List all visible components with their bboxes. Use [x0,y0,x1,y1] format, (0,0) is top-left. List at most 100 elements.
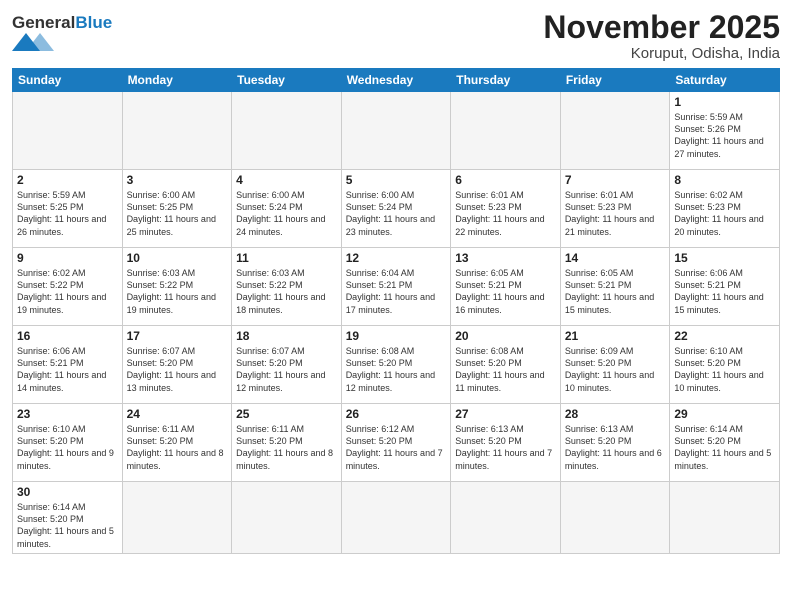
logo-blue: Blue [75,13,112,32]
logo-text: GeneralBlue [12,14,112,33]
day-info: Sunrise: 6:00 AM Sunset: 5:24 PM Dayligh… [236,189,337,238]
table-row: 8Sunrise: 6:02 AM Sunset: 5:23 PM Daylig… [670,170,780,248]
day-info: Sunrise: 6:04 AM Sunset: 5:21 PM Dayligh… [346,267,447,316]
day-number: 19 [346,329,447,343]
table-row: 11 Sunrise: 6:03 AM Sunset: 5:22 PM Dayli… [232,248,342,326]
day-info: Sunrise: 5:59 AM Sunset: 5:26 PM Dayligh… [674,111,775,160]
table-row: 22 Sunrise: 6:10 AM Sunset: 5:20 PM Dayli… [670,326,780,404]
day-info: Sunrise: 6:13 AM Sunset: 5:20 PM Dayligh… [455,423,556,472]
day-number: 14 [565,251,666,265]
table-row: 19 Sunrise: 6:08 AM Sunset: 5:20 PM Dayli… [341,326,451,404]
day-info: Sunrise: 6:14 AM Sunset: 5:20 PM Dayligh… [17,501,118,550]
day-info: Sunrise: 6:07 AM Sunset: 5:20 PM Dayligh… [127,345,228,394]
col-friday: Friday [560,69,670,92]
day-info: Sunrise: 6:06 AM Sunset: 5:21 PM Dayligh… [17,345,118,394]
table-row: 21 Sunrise: 6:09 AM Sunset: 5:20 PM Dayli… [560,326,670,404]
col-sunday: Sunday [13,69,123,92]
day-number: 24 [127,407,228,421]
day-number: 4 [236,173,337,187]
table-row: 5Sunrise: 6:00 AM Sunset: 5:24 PM Daylig… [341,170,451,248]
col-monday: Monday [122,69,232,92]
col-saturday: Saturday [670,69,780,92]
day-info: Sunrise: 6:08 AM Sunset: 5:20 PM Dayligh… [346,345,447,394]
day-info: Sunrise: 6:03 AM Sunset: 5:22 PM Dayligh… [236,267,337,316]
table-row: 9Sunrise: 6:02 AM Sunset: 5:22 PM Daylig… [13,248,123,326]
day-info: Sunrise: 6:10 AM Sunset: 5:20 PM Dayligh… [674,345,775,394]
day-info: Sunrise: 6:10 AM Sunset: 5:20 PM Dayligh… [17,423,118,472]
day-info: Sunrise: 6:01 AM Sunset: 5:23 PM Dayligh… [455,189,556,238]
day-info: Sunrise: 6:07 AM Sunset: 5:20 PM Dayligh… [236,345,337,394]
table-row [560,92,670,170]
table-row [232,92,342,170]
col-tuesday: Tuesday [232,69,342,92]
location: Koruput, Odisha, India [543,45,780,62]
header: GeneralBlue November 2025 Koruput, Odish… [12,10,780,62]
day-info: Sunrise: 6:01 AM Sunset: 5:23 PM Dayligh… [565,189,666,238]
day-number: 15 [674,251,775,265]
table-row: 25Sunrise: 6:11 AM Sunset: 5:20 PM Dayli… [232,404,342,482]
day-info: Sunrise: 6:11 AM Sunset: 5:20 PM Dayligh… [236,423,337,472]
table-row [122,92,232,170]
day-info: Sunrise: 6:05 AM Sunset: 5:21 PM Dayligh… [565,267,666,316]
day-info: Sunrise: 6:08 AM Sunset: 5:20 PM Dayligh… [455,345,556,394]
day-number: 11 [236,251,337,265]
table-row [341,92,451,170]
table-row: 16 Sunrise: 6:06 AM Sunset: 5:21 PM Dayli… [13,326,123,404]
day-number: 22 [674,329,775,343]
page-container: GeneralBlue November 2025 Koruput, Odish… [0,0,792,562]
day-number: 7 [565,173,666,187]
day-number: 10 [127,251,228,265]
day-number: 6 [455,173,556,187]
table-row [451,92,561,170]
table-row [341,482,451,554]
day-info: Sunrise: 6:03 AM Sunset: 5:22 PM Dayligh… [127,267,228,316]
day-number: 26 [346,407,447,421]
table-row: 30Sunrise: 6:14 AM Sunset: 5:20 PM Dayli… [13,482,123,554]
month-title: November 2025 [543,10,780,45]
table-row [122,482,232,554]
table-row: 10 Sunrise: 6:03 AM Sunset: 5:22 PM Dayli… [122,248,232,326]
col-wednesday: Wednesday [341,69,451,92]
title-block: November 2025 Koruput, Odisha, India [543,10,780,62]
table-row: 24Sunrise: 6:11 AM Sunset: 5:20 PM Dayli… [122,404,232,482]
day-number: 28 [565,407,666,421]
day-info: Sunrise: 6:02 AM Sunset: 5:23 PM Dayligh… [674,189,775,238]
table-row: 27 Sunrise: 6:13 AM Sunset: 5:20 PM Dayli… [451,404,561,482]
table-row: 3Sunrise: 6:00 AM Sunset: 5:25 PM Daylig… [122,170,232,248]
table-row [13,92,123,170]
day-info: Sunrise: 6:14 AM Sunset: 5:20 PM Dayligh… [674,423,775,472]
table-row [232,482,342,554]
day-number: 1 [674,95,775,109]
table-row: 13Sunrise: 6:05 AM Sunset: 5:21 PM Dayli… [451,248,561,326]
day-number: 21 [565,329,666,343]
table-row: 4 Sunrise: 6:00 AM Sunset: 5:24 PM Daylig… [232,170,342,248]
table-row: 7 Sunrise: 6:01 AM Sunset: 5:23 PM Daylig… [560,170,670,248]
table-row [670,482,780,554]
table-row: 12 Sunrise: 6:04 AM Sunset: 5:21 PM Dayli… [341,248,451,326]
day-info: Sunrise: 6:09 AM Sunset: 5:20 PM Dayligh… [565,345,666,394]
table-row: 26Sunrise: 6:12 AM Sunset: 5:20 PM Dayli… [341,404,451,482]
day-number: 23 [17,407,118,421]
day-number: 12 [346,251,447,265]
day-number: 3 [127,173,228,187]
calendar: Sunday Monday Tuesday Wednesday Thursday… [12,68,780,554]
logo-icon [12,33,62,51]
day-number: 2 [17,173,118,187]
day-number: 16 [17,329,118,343]
table-row: 2Sunrise: 5:59 AM Sunset: 5:25 PM Daylig… [13,170,123,248]
day-number: 29 [674,407,775,421]
day-number: 27 [455,407,556,421]
table-row [560,482,670,554]
day-number: 18 [236,329,337,343]
day-number: 17 [127,329,228,343]
day-info: Sunrise: 6:00 AM Sunset: 5:24 PM Dayligh… [346,189,447,238]
table-row: 18 Sunrise: 6:07 AM Sunset: 5:20 PM Dayli… [232,326,342,404]
table-row: 23 Sunrise: 6:10 AM Sunset: 5:20 PM Dayli… [13,404,123,482]
table-row: 15 Sunrise: 6:06 AM Sunset: 5:21 PM Dayli… [670,248,780,326]
weekday-header-row: Sunday Monday Tuesday Wednesday Thursday… [13,69,780,92]
logo: GeneralBlue [12,14,112,56]
day-info: Sunrise: 6:02 AM Sunset: 5:22 PM Dayligh… [17,267,118,316]
day-info: Sunrise: 6:06 AM Sunset: 5:21 PM Dayligh… [674,267,775,316]
day-info: Sunrise: 6:13 AM Sunset: 5:20 PM Dayligh… [565,423,666,472]
table-row: 14 Sunrise: 6:05 AM Sunset: 5:21 PM Dayli… [560,248,670,326]
